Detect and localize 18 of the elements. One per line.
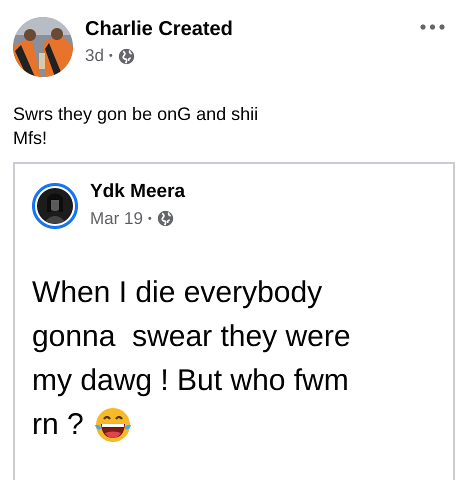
shared-post-card[interactable]: Ydk Meera Mar 19 • When I die everybody gonna swear they were my dawg ! But who fwm rn ? [13, 162, 455, 480]
laughing-emoji-icon [94, 406, 132, 444]
separator-dot: • [108, 50, 113, 62]
post-text: Mfs! [13, 127, 48, 150]
post-time[interactable]: Mar 19 [90, 208, 143, 229]
separator-dot: • [148, 212, 152, 225]
post-text: Swrs they gon be onG and shii [13, 103, 260, 126]
shared-post-text: my dawg ! But who fwm [32, 363, 349, 399]
story-ring[interactable] [32, 183, 78, 229]
shared-post-text: When I die everybody [32, 275, 322, 311]
globe-icon [156, 210, 174, 228]
author-name[interactable]: Ydk Meera [90, 181, 436, 204]
post-time[interactable]: 3d [85, 46, 104, 66]
more-options-icon[interactable] [420, 24, 445, 30]
shared-post-text: gonna swear they were [32, 319, 351, 355]
globe-icon [118, 48, 135, 64]
shared-post-text: rn ? [32, 407, 84, 443]
author-name[interactable]: Charlie Created [85, 17, 461, 41]
